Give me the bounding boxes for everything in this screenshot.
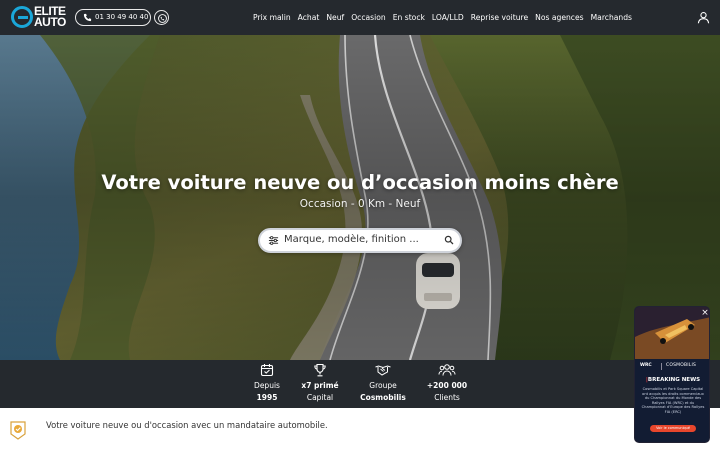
elite-auto-logo[interactable]: ELITE AUTO (11, 5, 69, 29)
user-icon[interactable] (697, 11, 710, 24)
nav-en-stock[interactable]: En stock (393, 13, 425, 22)
stat-label: Capital (306, 393, 334, 402)
stat-clients: +200 000 Clients (412, 360, 482, 408)
phone-button[interactable]: 01 30 49 40 40 (75, 9, 151, 26)
intro-text: Votre voiture neuve ou d'occasion avec u… (46, 420, 328, 430)
logo-e-mark (11, 6, 33, 28)
phone-number: 01 30 49 40 40 (95, 13, 149, 21)
callback-button[interactable] (154, 10, 169, 25)
main-nav: Prix malin Achat Neuf Occasion En stock … (253, 0, 639, 35)
nav-nos-agences[interactable]: Nos agences (535, 13, 583, 22)
breaking-news-title: |BREAKING NEWS (635, 377, 709, 383)
headline-text: BREAKING NEWS (647, 377, 701, 383)
stat-value: x7 primé (301, 381, 339, 390)
nav-reprise-voiture[interactable]: Reprise voiture (471, 13, 528, 22)
nav-occasion[interactable]: Occasion (351, 13, 386, 22)
wrc-logo: WRC (640, 363, 652, 368)
press-release-button[interactable]: Voir le communiqué (650, 425, 696, 432)
users-icon (438, 364, 456, 376)
stats-bar: Depuis 1995 x7 primé Capital Groupe Cosm… (0, 360, 720, 408)
handshake-icon (375, 365, 391, 376)
hero-section: Votre voiture neuve ou d’occasion moins … (0, 35, 720, 360)
site-header: ELITE AUTO 01 30 49 40 40 Prix malin Ach… (0, 0, 720, 35)
intro-strip: Votre voiture neuve ou d'occasion avec u… (0, 408, 720, 450)
nav-marchands[interactable]: Marchands (591, 13, 632, 22)
filter-sliders-icon[interactable] (268, 235, 279, 246)
nav-achat[interactable]: Achat (298, 13, 320, 22)
callback-icon (158, 14, 167, 23)
search-input[interactable]: Marque, modèle, finition ... (284, 234, 419, 245)
breaking-news-popup[interactable]: × WRC COSMOBILIS |BREAKING NEWS Cosmobil… (634, 306, 710, 443)
hero-title: Votre voiture neuve ou d’occasion moins … (101, 171, 619, 194)
stat-label: Groupe (369, 381, 397, 390)
vehicle-search-bar[interactable]: Marque, modèle, finition ... (258, 228, 462, 253)
trusted-badge-icon (10, 421, 26, 440)
cosmobilis-logo: COSMOBILIS (666, 363, 697, 368)
logo-text-line2: AUTO (34, 15, 66, 29)
hero-subtitle: Occasion - 0 Km - Neuf (299, 198, 421, 210)
stat-capital-award: x7 primé Capital (285, 360, 355, 408)
trophy-icon (314, 363, 326, 377)
nav-prix-malin[interactable]: Prix malin (253, 13, 291, 22)
news-body: Cosmobilis et Park Square Capital ont ac… (641, 387, 705, 414)
stat-value: +200 000 (426, 381, 468, 390)
stat-cosmobilis-group: Groupe Cosmobilis (348, 360, 418, 408)
search-icon[interactable] (444, 235, 454, 245)
phone-icon (83, 13, 92, 22)
nav-neuf[interactable]: Neuf (326, 13, 344, 22)
logo-divider (661, 363, 662, 370)
calendar-icon (260, 364, 274, 377)
close-popup-button[interactable]: × (699, 307, 709, 319)
stat-label: Clients (434, 393, 460, 402)
stat-value: Cosmobilis (360, 393, 406, 402)
nav-loa-lld[interactable]: LOA/LLD (432, 13, 464, 22)
partner-logos: WRC COSMOBILIS (635, 362, 709, 372)
